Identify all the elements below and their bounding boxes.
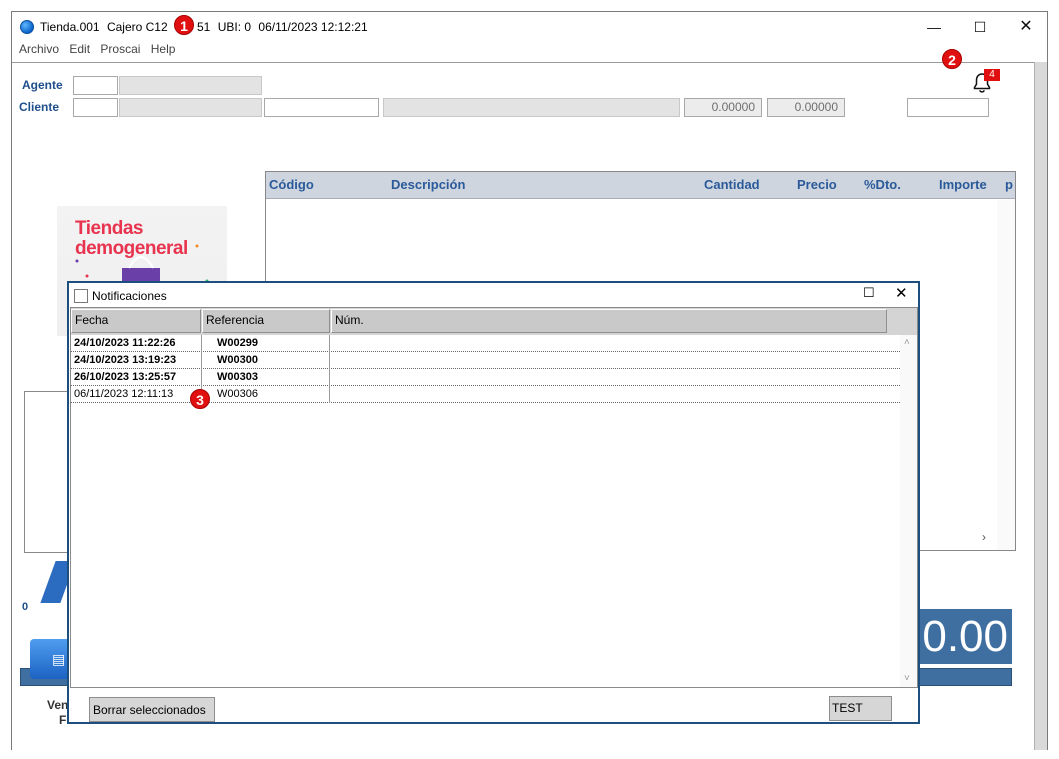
cliente-label: Cliente: [19, 100, 60, 114]
menu-edit[interactable]: Edit: [69, 42, 90, 56]
dialog-checkbox[interactable]: [74, 289, 88, 303]
dialog-maximize-button[interactable]: ☐: [863, 285, 875, 301]
menu-proscai[interactable]: Proscai: [100, 42, 140, 56]
total-amount: 0.00: [915, 609, 1012, 664]
row-referencia: W00300: [217, 354, 258, 366]
sale-lines-header: Código Descripción Cantidad Precio %Dto.…: [266, 172, 1015, 199]
value-a-field: 0.00000: [684, 98, 762, 117]
close-button[interactable]: ✕: [1003, 12, 1049, 42]
window-scrollbar[interactable]: [1034, 62, 1047, 750]
notifications-scrollbar[interactable]: ˄ ˅: [900, 335, 917, 687]
col-cantidad[interactable]: Cantidad: [704, 177, 760, 192]
col-p[interactable]: p: [1005, 177, 1013, 192]
callout-3: 3: [190, 389, 210, 409]
row-referencia: W00306: [217, 388, 258, 400]
counter-zero: 0: [22, 601, 29, 613]
notifications-title: Notificaciones: [92, 289, 167, 303]
row-fecha: 24/10/2023 11:22:26: [74, 337, 176, 349]
row-referencia: W00303: [217, 371, 258, 383]
maximize-button[interactable]: ☐: [957, 12, 1003, 42]
store-name: Tienda.001: [40, 20, 100, 34]
cashier-name: Cajero C12: [106, 20, 168, 34]
chevron-up-icon[interactable]: ˄: [904, 337, 910, 348]
col-codigo[interactable]: Código: [269, 177, 314, 192]
agente-name-field: [119, 76, 262, 95]
callout-1: 1: [174, 15, 194, 35]
window-title: Tienda.001 Cajero C12 51 UBI: 0 06/11/20…: [40, 20, 372, 34]
notifications-grid[interactable]: Fecha Referencia Núm. 24/10/2023 11:22:2…: [70, 307, 918, 688]
datetime: 06/11/2023 12:12:21: [258, 20, 368, 34]
document-icon: ▤: [52, 651, 66, 667]
cliente-description-field: [383, 98, 680, 117]
notification-count-badge: 4: [984, 69, 1000, 81]
col-num[interactable]: Núm.: [331, 309, 887, 333]
row-referencia: W00299: [217, 337, 258, 349]
ubi-label: UBI: 0: [217, 20, 252, 34]
menu-bar: Archivo Edit Proscai Help: [12, 42, 1047, 62]
row-fecha: 06/11/2023 12:11:13: [74, 388, 174, 400]
callout-2: 2: [942, 49, 962, 69]
col-precio[interactable]: Precio: [797, 177, 837, 192]
table-row[interactable]: 26/10/2023 13:25:57 W00303: [71, 369, 900, 386]
search-field[interactable]: [907, 98, 989, 117]
globe-icon: [20, 20, 34, 34]
table-row[interactable]: 24/10/2023 13:19:23 W00300: [71, 352, 900, 369]
col-descripcion[interactable]: Descripción: [391, 177, 465, 192]
row-fecha: 24/10/2023 13:19:23: [74, 354, 177, 366]
col-referencia[interactable]: Referencia: [202, 309, 330, 333]
table-row[interactable]: 24/10/2023 11:22:26 W00299: [71, 335, 900, 352]
title-bar: Tienda.001 Cajero C12 51 UBI: 0 06/11/20…: [12, 12, 1047, 42]
terminal-number: 51: [197, 20, 211, 34]
sales-label: Ven: [47, 698, 69, 712]
notifications-bell[interactable]: 4: [970, 69, 1000, 95]
col-importe[interactable]: Importe: [939, 177, 987, 192]
sales-button[interactable]: ▤: [30, 639, 70, 679]
cliente-name-field: [119, 98, 262, 117]
value-b-field: 0.00000: [767, 98, 845, 117]
sales-label-2: F: [59, 713, 67, 727]
notifications-dialog: Notificaciones ☐ ✕ Fecha Referencia Núm.…: [67, 281, 920, 724]
col-dto[interactable]: %Dto.: [864, 177, 901, 192]
test-button[interactable]: TEST: [829, 696, 892, 721]
chevron-right-icon[interactable]: ›: [982, 530, 986, 544]
col-fecha[interactable]: Fecha: [71, 309, 201, 333]
notifications-title-bar: Notificaciones ☐ ✕: [69, 283, 918, 305]
dialog-close-button[interactable]: ✕: [895, 284, 908, 302]
row-fecha: 26/10/2023 13:25:57: [74, 371, 177, 383]
delete-selected-button[interactable]: Borrar seleccionados: [89, 697, 215, 722]
agente-label: Agente: [22, 78, 63, 92]
cliente-code-field[interactable]: [73, 98, 118, 117]
cliente-extra-field[interactable]: [264, 98, 379, 117]
sale-lines-scrollbar[interactable]: [997, 200, 1015, 550]
chevron-down-icon[interactable]: ˅: [904, 673, 910, 684]
notifications-header: Fecha Referencia Núm.: [71, 308, 917, 335]
agente-code-field[interactable]: [73, 76, 118, 95]
menu-help[interactable]: Help: [151, 42, 176, 56]
left-panel-box: [24, 391, 70, 553]
menu-archivo[interactable]: Archivo: [19, 42, 59, 56]
minimize-button[interactable]: —: [911, 12, 957, 42]
